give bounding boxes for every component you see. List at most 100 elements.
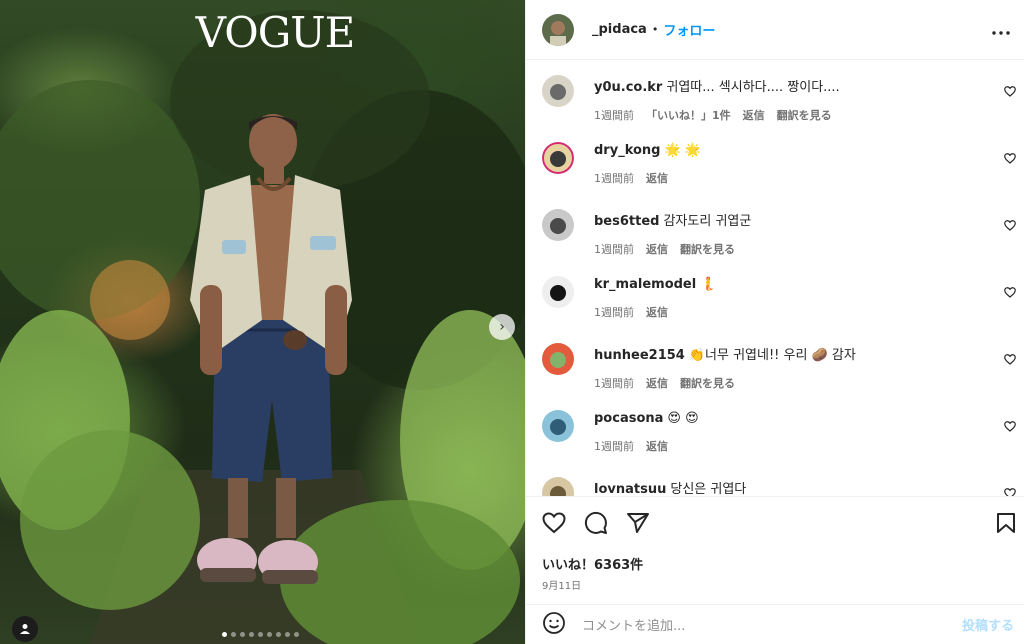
follow-button[interactable]: フォロー <box>663 20 715 39</box>
comment-like-button[interactable] <box>1004 220 1016 235</box>
comment-username[interactable]: dry_kong <box>594 143 660 158</box>
bookmark-icon <box>997 513 1015 533</box>
comment-time[interactable]: 1週間前 <box>594 438 634 454</box>
carousel-dot <box>294 632 299 637</box>
avatar[interactable] <box>542 209 574 241</box>
comment-like-button[interactable] <box>1004 86 1016 101</box>
separator: • <box>651 23 659 36</box>
comment-meta: 1週間前 返信 <box>594 304 716 320</box>
comment-text: hunhee2154 👏너무 귀엽네!! 우리 🥔 감자 <box>594 344 856 363</box>
heart-icon <box>1004 354 1016 365</box>
tagged-users-button[interactable] <box>12 616 38 642</box>
comment-text: kr_malemodel 🧜 <box>594 277 716 292</box>
comment-list[interactable]: y0u.co.kr 귀엽따... 섹시하다.... 짱이다.... 1週間前 「いいね… <box>526 60 1024 496</box>
carousel-dot <box>276 632 281 637</box>
comment-body: 👏너무 귀엽네!! 우리 🥔 감자 <box>688 348 856 363</box>
add-comment-bar: コメントを追加... 投稿する <box>526 604 1024 644</box>
comment-username[interactable]: bes6tted <box>594 214 659 229</box>
next-slide-button[interactable]: › <box>489 314 515 340</box>
emoji-icon <box>543 611 565 634</box>
avatar[interactable] <box>542 410 574 442</box>
vogue-logo: VOGUE <box>195 8 356 57</box>
comment-button[interactable] <box>584 511 608 539</box>
translate-button[interactable]: 翻訳を見る <box>680 241 735 257</box>
comment-like-button[interactable] <box>1004 488 1016 496</box>
share-button[interactable] <box>626 512 650 538</box>
avatar[interactable] <box>542 75 574 107</box>
comment-time[interactable]: 1週間前 <box>594 170 634 186</box>
like-button[interactable] <box>542 512 566 538</box>
heart-icon <box>1004 220 1016 231</box>
reply-button[interactable]: 返信 <box>646 170 668 186</box>
heart-icon <box>1004 153 1016 164</box>
comment-text: bes6tted 감자도리 귀엽군 <box>594 210 751 229</box>
post-author-username[interactable]: _pidaca <box>592 22 647 37</box>
carousel-dot <box>285 632 290 637</box>
chevron-right-icon: › <box>499 319 505 335</box>
comment-username[interactable]: lovnatsuu <box>594 482 666 496</box>
emoji-button[interactable] <box>542 611 566 639</box>
reply-button[interactable]: 返信 <box>646 304 668 320</box>
avatar[interactable] <box>542 477 574 496</box>
avatar[interactable] <box>542 343 574 375</box>
comment-likes[interactable]: 「いいね！」1件 <box>646 107 731 123</box>
carousel-dot <box>222 632 227 637</box>
heart-icon <box>1004 287 1016 298</box>
comment-item: dry_kong 🌟 🌟 1週間前 返信 <box>542 141 1024 208</box>
heart-icon <box>1004 86 1016 97</box>
carousel-dot <box>267 632 272 637</box>
comment-body: 감자도리 귀엽군 <box>663 214 752 229</box>
comment-like-button[interactable] <box>1004 153 1016 168</box>
save-button[interactable] <box>996 512 1016 538</box>
comment-item: bes6tted 감자도리 귀엽군 1週間前 返信 翻訳を見る <box>542 208 1024 275</box>
photo-scene <box>0 10 525 644</box>
comment-input[interactable]: コメントを追加... <box>582 615 685 634</box>
comment-body: 🌟 🌟 <box>664 143 701 158</box>
comment-icon <box>584 511 607 534</box>
comment-item: lovnatsuu 당신은 귀엽다 <box>542 476 1024 496</box>
comment-item: kr_malemodel 🧜 1週間前 返信 <box>542 275 1024 342</box>
comment-username[interactable]: kr_malemodel <box>594 277 696 292</box>
like-count[interactable]: いいね！6363件 <box>542 554 1012 573</box>
carousel-dot <box>240 632 245 637</box>
reply-button[interactable]: 返信 <box>646 375 668 391</box>
comment-username[interactable]: hunhee2154 <box>594 348 685 363</box>
avatar[interactable] <box>542 276 574 308</box>
heart-icon <box>1004 421 1016 432</box>
comment-like-button[interactable] <box>1004 421 1016 436</box>
post-comment-button[interactable]: 投稿する <box>962 615 1014 634</box>
reply-button[interactable]: 返信 <box>646 438 668 454</box>
comment-meta: 1週間前 返信 <box>594 438 699 454</box>
comment-time[interactable]: 1週間前 <box>594 241 634 257</box>
comment-text: dry_kong 🌟 🌟 <box>594 143 701 158</box>
carousel-dot <box>249 632 254 637</box>
carousel-indicator <box>222 632 299 637</box>
comment-username[interactable]: y0u.co.kr <box>594 80 662 95</box>
avatar[interactable] <box>542 142 574 174</box>
reply-button[interactable]: 返信 <box>646 241 668 257</box>
comment-meta: 1週間前 返信 翻訳を見る <box>594 241 751 257</box>
translate-button[interactable]: 翻訳を見る <box>680 375 735 391</box>
send-icon <box>627 513 649 533</box>
post-photo[interactable]: VOGUE › <box>0 0 525 644</box>
carousel-dot <box>258 632 263 637</box>
user-icon <box>20 624 30 634</box>
comment-time[interactable]: 1週間前 <box>594 304 634 320</box>
comment-body: 당신은 귀엽다 <box>670 482 747 496</box>
comment-username[interactable]: pocasona <box>594 411 663 426</box>
comment-item: y0u.co.kr 귀엽따... 섹시하다.... 짱이다.... 1週間前 「いいね… <box>542 74 1024 141</box>
comment-text: lovnatsuu 당신은 귀엽다 <box>594 478 746 496</box>
comment-like-button[interactable] <box>1004 287 1016 302</box>
comment-body: 🧜 <box>700 277 717 292</box>
reply-button[interactable]: 返信 <box>743 107 765 123</box>
heart-icon <box>1004 488 1016 496</box>
comment-time[interactable]: 1週間前 <box>594 375 634 391</box>
more-options-button[interactable] <box>992 19 1010 40</box>
carousel-dot <box>231 632 236 637</box>
comment-time[interactable]: 1週間前 <box>594 107 634 123</box>
comment-like-button[interactable] <box>1004 354 1016 369</box>
translate-button[interactable]: 翻訳を見る <box>777 107 832 123</box>
avatar[interactable] <box>542 13 574 46</box>
comment-meta: 1週間前 「いいね！」1件 返信 翻訳を見る <box>594 107 840 123</box>
post-header: _pidaca • フォロー <box>526 0 1024 60</box>
